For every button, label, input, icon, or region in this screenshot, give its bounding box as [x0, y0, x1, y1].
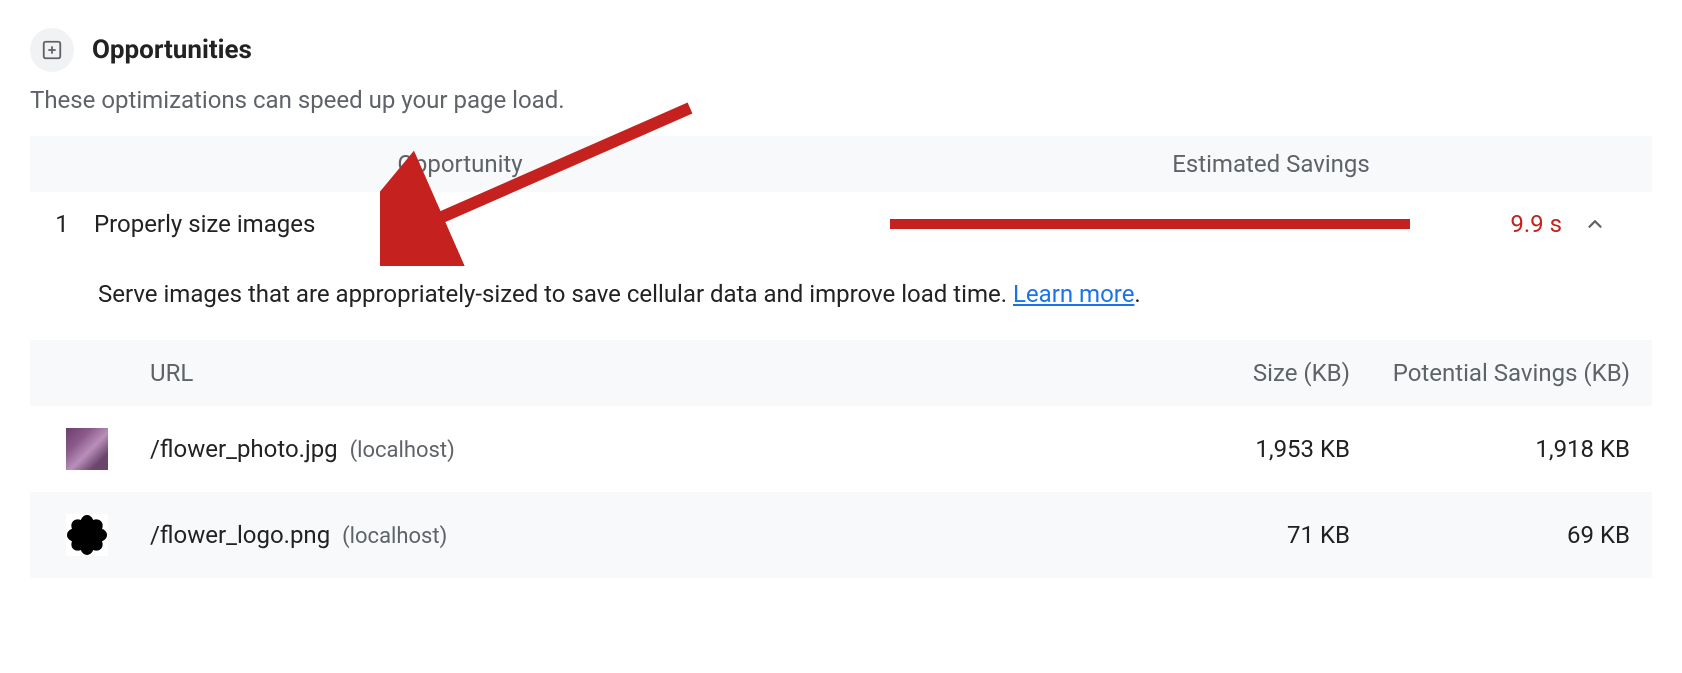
url-cell[interactable]: /flower_logo.png (localhost) — [150, 521, 1150, 549]
details-table: URL Size (KB) Potential Savings (KB) /fl… — [30, 340, 1652, 578]
table-row: /flower_photo.jpg (localhost) 1,953 KB 1… — [30, 406, 1652, 492]
opportunity-description-suffix: . — [1134, 280, 1140, 308]
savings-bar-cell — [890, 219, 1410, 229]
url-cell[interactable]: /flower_photo.jpg (localhost) — [150, 435, 1150, 463]
table-header-size: Size (KB) — [1150, 359, 1350, 387]
url-path: /flower_photo.jpg — [150, 435, 338, 463]
opportunity-title: Properly size images — [94, 210, 890, 238]
column-opportunity: Opportunity — [30, 150, 890, 178]
savings-value: 9.9 s — [1410, 210, 1570, 238]
columns-header: Opportunity Estimated Savings — [30, 136, 1652, 192]
table-header-savings: Potential Savings (KB) — [1350, 358, 1630, 388]
url-host: (localhost) — [350, 438, 455, 463]
table-row: /flower_logo.png (localhost) 71 KB 69 KB — [30, 492, 1652, 578]
learn-more-link[interactable]: Learn more — [1013, 280, 1134, 308]
savings-cell: 69 KB — [1350, 521, 1630, 549]
opportunities-section-header: Opportunities — [30, 28, 1652, 72]
chevron-up-icon — [1584, 213, 1606, 235]
size-cell: 1,953 KB — [1150, 435, 1350, 463]
opportunity-description: Serve images that are appropriately-size… — [30, 252, 1652, 340]
url-host: (localhost) — [342, 524, 447, 549]
savings-bar — [890, 219, 1410, 229]
column-savings: Estimated Savings — [890, 150, 1652, 178]
size-cell: 71 KB — [1150, 521, 1350, 549]
opportunity-description-text: Serve images that are appropriately-size… — [98, 280, 1013, 308]
section-subtitle: These optimizations can speed up your pa… — [30, 86, 1652, 114]
thumbnail-cell — [30, 514, 150, 556]
thumbnail-cell — [30, 428, 150, 470]
table-header-url: URL — [150, 359, 1150, 387]
opportunity-index: 1 — [30, 210, 94, 238]
expand-toggle[interactable] — [1570, 213, 1620, 235]
opportunities-icon — [30, 28, 74, 72]
opportunity-row[interactable]: 1 Properly size images 9.9 s — [30, 192, 1652, 252]
url-path: /flower_logo.png — [150, 521, 330, 549]
savings-cell: 1,918 KB — [1350, 435, 1630, 463]
image-thumbnail — [66, 514, 108, 556]
section-title: Opportunities — [92, 35, 252, 65]
image-thumbnail — [66, 428, 108, 470]
table-header-row: URL Size (KB) Potential Savings (KB) — [30, 340, 1652, 406]
